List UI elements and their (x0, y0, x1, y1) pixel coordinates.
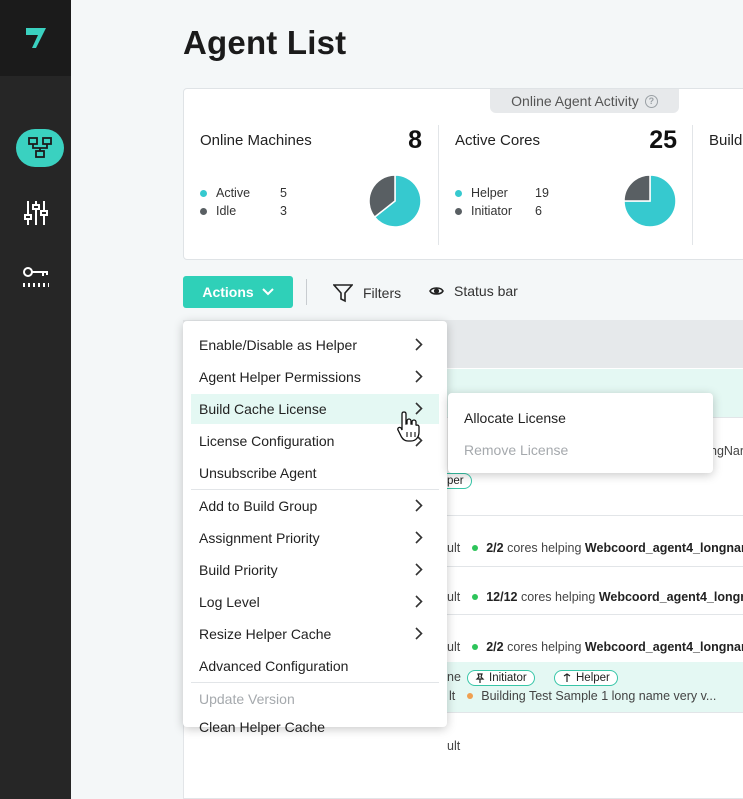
pin-icon (475, 673, 485, 683)
busy-status-icon (467, 693, 474, 700)
eye-icon (429, 287, 444, 295)
stat-title: Active Cores (455, 132, 541, 149)
building-status: lt Building Test Sample 1 long name very … (449, 689, 717, 703)
table-row[interactable]: ult 12/12 cores helping Webcoord_agent4_l… (447, 590, 743, 604)
menu-item-log-level[interactable]: Log Level (191, 587, 439, 617)
sidebar (0, 0, 71, 799)
sidebar-item-licenses[interactable] (0, 260, 71, 296)
stat-active-cores: Active Cores 25 Helper 19 Initiator 6 (455, 126, 681, 246)
menu-item-build-priority[interactable]: Build Priority (191, 555, 439, 585)
hand-cursor-icon (397, 411, 420, 442)
chevron-right-icon (415, 370, 423, 383)
legend-value: 19 (535, 186, 549, 200)
stats-tab-label: Online Agent Activity (511, 93, 639, 109)
legend-item: Idle 3 (200, 204, 287, 218)
menu-item-unsubscribe-agent[interactable]: Unsubscribe Agent (191, 458, 439, 488)
online-status-icon (472, 644, 479, 651)
online-agent-activity-tab[interactable]: Online Agent Activity ? (490, 89, 679, 113)
filters-label: Filters (363, 285, 402, 301)
menu-separator (191, 682, 439, 683)
stat-divider (692, 125, 693, 245)
online-status-icon (472, 594, 479, 601)
build-cache-license-submenu: Allocate License Remove License (448, 393, 713, 473)
submenu-item-remove-license: Remove License (464, 442, 569, 458)
status-bar-button[interactable]: Status bar (429, 283, 518, 299)
key-icon (22, 267, 49, 287)
brand-logo-icon (25, 28, 46, 48)
stat-total: 25 (649, 126, 677, 154)
help-icon[interactable]: ? (644, 94, 658, 108)
sliders-icon (23, 201, 48, 225)
legend-item: Initiator 6 (455, 204, 542, 218)
chevron-right-icon (415, 499, 423, 512)
sidebar-item-agents[interactable] (0, 128, 71, 168)
table-row[interactable]: ult 2/2 cores helping Webcoord_agent4_lon… (447, 541, 743, 555)
legend-dot-icon (455, 189, 462, 197)
legend-label: Initiator (471, 204, 512, 218)
legend-value: 3 (280, 204, 287, 218)
menu-item-advanced-configuration[interactable]: Advanced Configuration (191, 651, 439, 681)
menu-item-resize-helper-cache[interactable]: Resize Helper Cache (191, 619, 439, 649)
submenu-item-allocate-license[interactable]: Allocate License (464, 410, 566, 426)
online-status-icon (472, 545, 479, 552)
filter-icon (333, 284, 353, 303)
pie-slice-initiator (623, 174, 651, 202)
table-row[interactable]: ult 2/2 cores helping Webcoord_agent4_lon… (447, 640, 743, 654)
helper-tag: Helper (554, 670, 618, 686)
legend-label: Helper (471, 186, 508, 200)
chevron-right-icon (415, 627, 423, 640)
menu-item-agent-helper-permissions[interactable]: Agent Helper Permissions (191, 362, 439, 392)
menu-item-enable-disable-helper[interactable]: Enable/Disable as Helper (191, 330, 439, 360)
table-row[interactable]: ult (447, 739, 460, 753)
agent-name-fragment: ngNar (710, 444, 743, 458)
helper-icon (563, 673, 571, 682)
chevron-right-icon (415, 531, 423, 544)
agents-network-icon (27, 137, 52, 158)
toolbar-separator (306, 279, 307, 305)
actions-label: Actions (202, 284, 254, 300)
menu-item-assignment-priority[interactable]: Assignment Priority (191, 523, 439, 553)
active-cores-pie (623, 174, 677, 228)
page-title: Agent List (183, 24, 347, 61)
stat-online-machines: Online Machines 8 Active 5 Idle 3 (200, 126, 426, 246)
legend-item: Active 5 (200, 186, 287, 200)
legend-dot-icon (200, 189, 207, 197)
menu-separator (191, 489, 439, 490)
legend-dot-icon (455, 207, 462, 215)
logo[interactable] (0, 0, 71, 76)
stat-title: Build (709, 132, 743, 149)
legend-value: 5 (280, 186, 287, 200)
legend-dot-icon (200, 207, 207, 215)
legend-value: 6 (535, 204, 542, 218)
menu-item-clean-helper-cache[interactable]: Clean Helper Cache (191, 716, 439, 738)
legend-item: Helper 19 (455, 186, 549, 200)
stat-build: Build (709, 126, 743, 246)
menu-item-update-version: Update Version (199, 691, 295, 707)
status-bar-label: Status bar (454, 283, 518, 299)
sidebar-item-settings[interactable] (0, 196, 71, 230)
chevron-right-icon (415, 595, 423, 608)
chevron-right-icon (415, 563, 423, 576)
actions-button[interactable]: Actions (183, 276, 293, 308)
online-machines-pie (368, 174, 422, 228)
actions-menu: Enable/Disable as Helper Agent Helper Pe… (183, 321, 447, 735)
stat-title: Online Machines (200, 132, 312, 149)
legend-label: Active (216, 186, 251, 200)
chevron-right-icon (415, 338, 423, 351)
initiator-tag: Initiator (467, 670, 535, 686)
agent-name-fragment: ne (447, 670, 461, 684)
stat-total: 8 (408, 126, 422, 154)
chevron-down-icon (261, 288, 274, 296)
filters-button[interactable]: Filters (333, 283, 401, 303)
legend-label: Idle (216, 204, 237, 218)
menu-item-add-to-build-group[interactable]: Add to Build Group (191, 491, 439, 521)
stat-divider (438, 125, 439, 245)
